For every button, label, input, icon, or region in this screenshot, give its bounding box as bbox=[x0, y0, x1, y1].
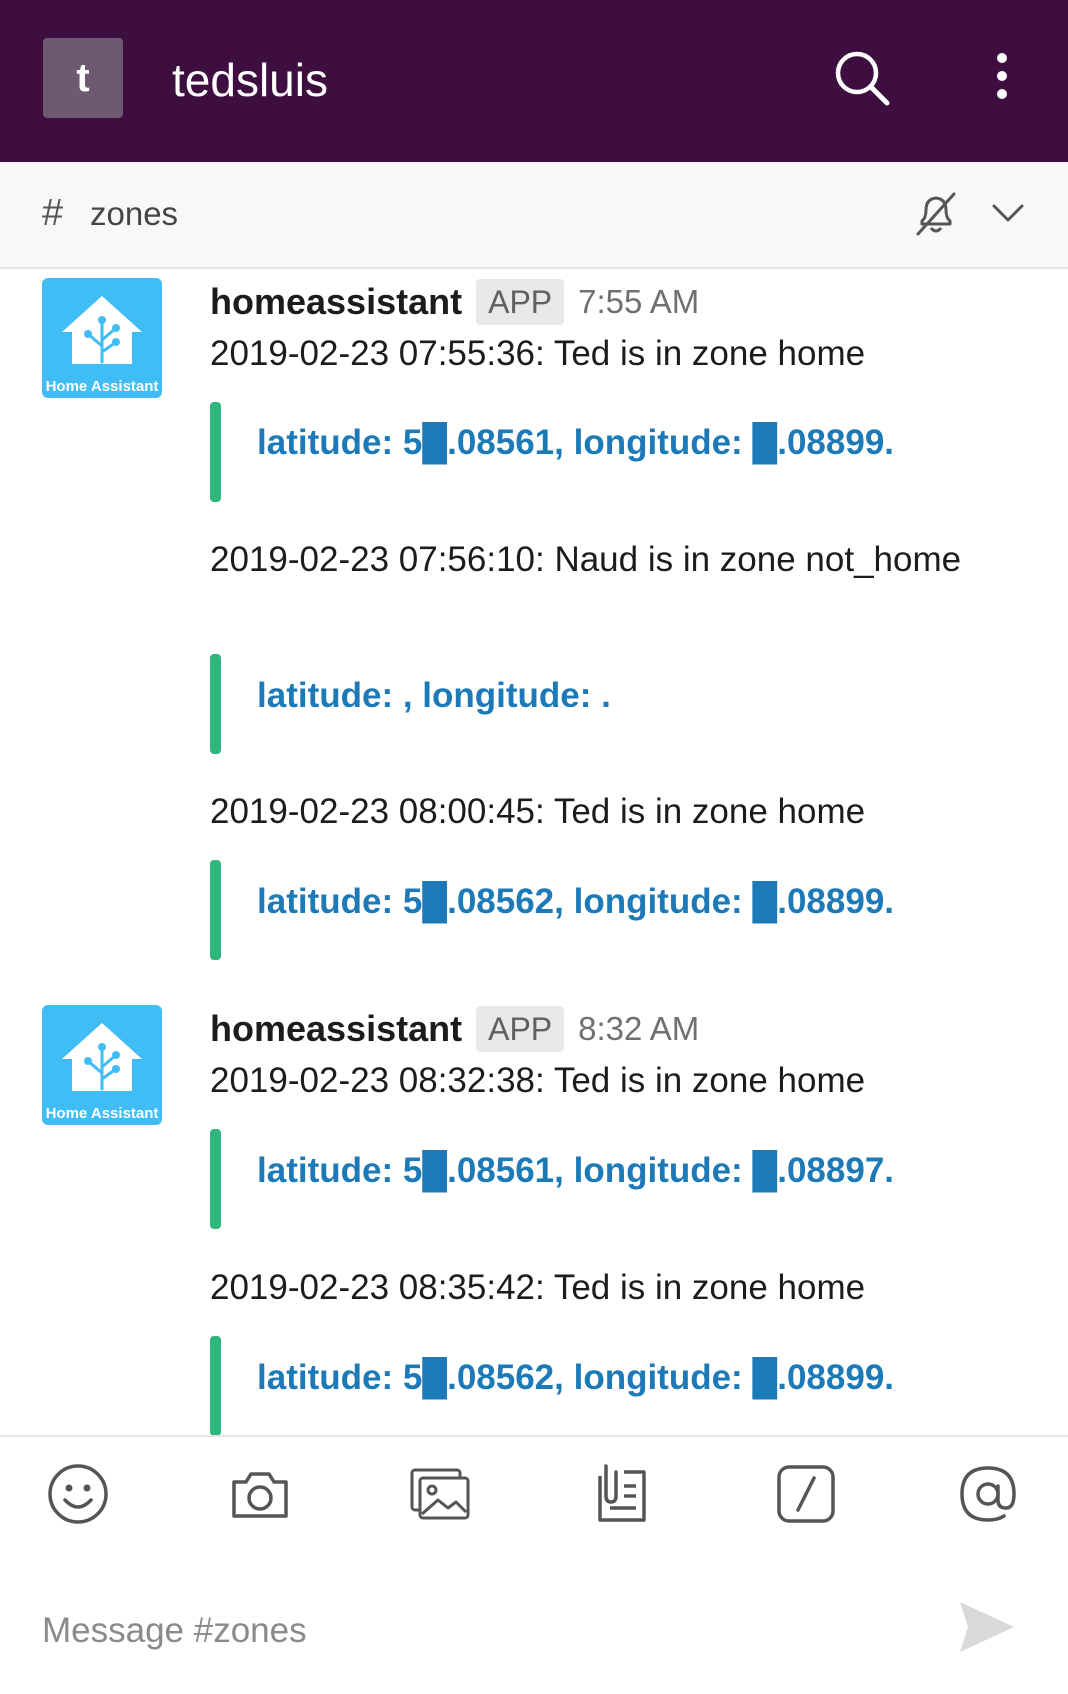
message-time: 8:32 AM bbox=[578, 1010, 700, 1047]
message-input[interactable] bbox=[42, 1606, 902, 1656]
file-icon[interactable] bbox=[590, 1462, 654, 1526]
message-header: homeassistant APP 8:32 AM bbox=[210, 1004, 699, 1054]
workspace-name[interactable]: tedsluis bbox=[172, 52, 328, 108]
top-bar bbox=[0, 0, 1068, 162]
channel-name[interactable]: zones bbox=[90, 193, 178, 235]
attachment-bar bbox=[210, 1336, 221, 1435]
app-badge: APP bbox=[476, 279, 565, 325]
app-avatar[interactable]: Home Assistant bbox=[42, 1005, 162, 1125]
attachment-bar bbox=[210, 860, 221, 960]
message-time: 7:55 AM bbox=[578, 283, 700, 320]
attachment-link[interactable]: latitude: 5█.08562, longitude: █.08899. bbox=[257, 1355, 894, 1401]
message-text: 2019-02-23 08:35:42: Ted is in zone home bbox=[210, 1268, 866, 1307]
message-list[interactable]: Home Assistant homeassistant APP 7:55 AM… bbox=[0, 269, 1068, 1435]
camera-icon[interactable] bbox=[228, 1462, 292, 1526]
home-assistant-logo-icon bbox=[62, 1023, 142, 1091]
attachment-link[interactable]: latitude: , longitude: . bbox=[257, 673, 611, 719]
attachment-link[interactable]: latitude: 5█.08561, longitude: █.08899. bbox=[257, 420, 894, 466]
sender-name[interactable]: homeassistant bbox=[210, 1008, 462, 1050]
channel-hash-icon: # bbox=[42, 192, 64, 234]
avatar-label: Home Assistant bbox=[45, 378, 159, 395]
search-icon[interactable] bbox=[832, 48, 892, 108]
home-assistant-logo-icon bbox=[62, 296, 142, 364]
at-mention-icon[interactable] bbox=[956, 1462, 1020, 1526]
send-icon[interactable] bbox=[956, 1596, 1018, 1658]
sender-name[interactable]: homeassistant bbox=[210, 281, 462, 323]
message-text: 2019-02-23 07:56:10: Naud is in zone not… bbox=[210, 540, 962, 579]
avatar-label: Home Assistant bbox=[45, 1105, 159, 1122]
photo-gallery-icon[interactable] bbox=[408, 1462, 472, 1526]
bell-muted-icon[interactable] bbox=[912, 190, 960, 238]
slash-command-icon[interactable] bbox=[774, 1462, 838, 1526]
workspace-icon[interactable]: t bbox=[43, 38, 123, 118]
message-header: homeassistant APP 7:55 AM bbox=[210, 277, 699, 327]
app-avatar[interactable]: Home Assistant bbox=[42, 278, 162, 398]
chevron-down-icon[interactable] bbox=[988, 196, 1028, 232]
message-text: 2019-02-23 07:55:36: Ted is in zone home bbox=[210, 334, 866, 373]
message-text: 2019-02-23 08:00:45: Ted is in zone home bbox=[210, 792, 866, 831]
app-badge: APP bbox=[476, 1006, 565, 1052]
attachment-bar bbox=[210, 1129, 221, 1229]
attachment-bar bbox=[210, 402, 221, 502]
attachment-link[interactable]: latitude: 5█.08561, longitude: █.08897. bbox=[257, 1148, 894, 1194]
attachment-link[interactable]: latitude: 5█.08562, longitude: █.08899. bbox=[257, 879, 894, 925]
emoji-icon[interactable] bbox=[46, 1462, 110, 1526]
attachment-bar bbox=[210, 654, 221, 754]
message-text: 2019-02-23 08:32:38: Ted is in zone home bbox=[210, 1061, 866, 1100]
more-vertical-icon[interactable] bbox=[984, 48, 1020, 108]
